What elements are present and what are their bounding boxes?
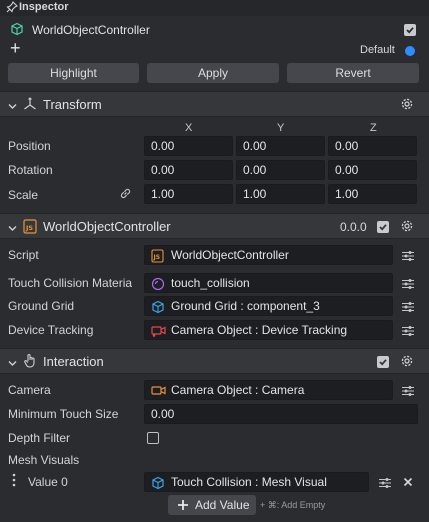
rotation-x-field[interactable]: 0.00	[144, 160, 233, 180]
mesh-visuals-label: Mesh Visuals	[8, 453, 80, 467]
object-name[interactable]: WorldObjectController	[32, 23, 150, 37]
component-version: 0.0.0	[340, 220, 367, 234]
hand-pointer-icon	[23, 353, 37, 369]
camera-field[interactable]: Camera Object : Camera	[144, 380, 393, 400]
ground-grid-value: Ground Grid : component_3	[171, 299, 320, 313]
link-icon[interactable]	[119, 187, 132, 200]
inspector-header: Inspector	[0, 0, 429, 16]
options-icon[interactable]	[402, 278, 414, 289]
options-icon[interactable]	[402, 301, 414, 312]
layer-color-dot[interactable]	[405, 46, 415, 56]
transform-icon	[23, 97, 37, 111]
apply-button[interactable]: Apply	[147, 63, 279, 83]
add-value-label: Add Value	[195, 498, 250, 512]
component-enabled-checkbox[interactable]	[377, 221, 389, 233]
position-z-field[interactable]: 0.00	[328, 136, 417, 156]
camera-value: Camera Object : Camera	[171, 383, 305, 397]
highlight-button[interactable]: Highlight	[8, 63, 139, 83]
value-0-value: Touch Collision : Mesh Visual	[171, 475, 327, 489]
drag-handle-icon[interactable]	[12, 473, 16, 487]
value-0-label: Value 0	[28, 475, 68, 489]
gear-icon[interactable]	[400, 97, 414, 111]
mesh-cube-icon	[151, 300, 165, 314]
options-icon[interactable]	[402, 250, 414, 261]
camera-label: Camera	[8, 383, 51, 397]
minimum-touch-size-field[interactable]: 0.00	[144, 404, 418, 424]
js-file-icon: JS	[23, 219, 37, 234]
camera-icon	[151, 384, 166, 397]
axis-x-label: X	[185, 122, 193, 134]
depth-filter-checkbox[interactable]	[147, 432, 159, 444]
scale-x-field[interactable]: 1.00	[144, 184, 233, 204]
scale-y-field[interactable]: 1.00	[236, 184, 325, 204]
pin-icon[interactable]	[6, 1, 18, 13]
device-tracking-field[interactable]: Camera Object : Device Tracking	[144, 320, 393, 340]
add-empty-hint: + ⌘: Add Empty	[260, 500, 326, 510]
rotation-label: Rotation	[8, 163, 53, 177]
material-icon	[151, 277, 165, 291]
gear-icon[interactable]	[400, 219, 414, 233]
rotation-y-field[interactable]: 0.00	[236, 160, 325, 180]
minimum-touch-size-label: Minimum Touch Size	[8, 407, 119, 421]
position-x-field[interactable]: 0.00	[144, 136, 233, 156]
position-y-field[interactable]: 0.00	[236, 136, 325, 156]
layer-label[interactable]: Default	[360, 44, 395, 56]
svg-text:JS: JS	[153, 254, 161, 261]
chevron-down-icon[interactable]	[8, 222, 17, 231]
options-icon[interactable]	[402, 385, 414, 396]
script-component-header[interactable]: JS WorldObjectController 0.0.0	[0, 213, 429, 239]
camera-tracking-icon	[151, 324, 166, 337]
scale-label: Scale	[8, 188, 39, 202]
options-icon[interactable]	[402, 325, 414, 336]
script-value: WorldObjectController	[171, 248, 289, 262]
add-value-button[interactable]: Add Value	[168, 495, 256, 515]
mesh-cube-icon	[151, 476, 165, 490]
close-icon[interactable]	[403, 476, 413, 487]
rotation-z-field[interactable]: 0.00	[328, 160, 417, 180]
scale-z-field[interactable]: 1.00	[328, 184, 417, 204]
touch-collision-material-value: touch_collision	[171, 276, 250, 290]
depth-filter-label: Depth Filter	[8, 431, 71, 445]
touch-collision-material-field[interactable]: touch_collision	[144, 273, 393, 293]
revert-button[interactable]: Revert	[287, 63, 419, 83]
scene-object-icon	[10, 22, 24, 36]
svg-text:JS: JS	[25, 224, 33, 232]
script-component-title: WorldObjectController	[43, 219, 171, 234]
object-enabled-checkbox[interactable]	[404, 24, 416, 36]
interaction-enabled-checkbox[interactable]	[377, 356, 389, 368]
ground-grid-field[interactable]: Ground Grid : component_3	[144, 296, 393, 316]
add-component-button[interactable]: +	[10, 39, 21, 57]
gear-icon[interactable]	[400, 354, 414, 368]
script-field[interactable]: JS WorldObjectController	[144, 245, 393, 265]
device-tracking-value: Camera Object : Device Tracking	[171, 323, 348, 337]
touch-collision-material-label: Touch Collision Materia	[8, 276, 133, 290]
position-label: Position	[8, 139, 51, 153]
axis-z-label: Z	[370, 122, 377, 134]
chevron-down-icon[interactable]	[8, 357, 17, 366]
ground-grid-label: Ground Grid	[8, 299, 75, 313]
transform-title: Transform	[43, 97, 102, 112]
chevron-down-icon[interactable]	[8, 100, 17, 109]
interaction-title: Interaction	[43, 354, 104, 369]
script-label: Script	[8, 248, 39, 262]
value-0-field[interactable]: Touch Collision : Mesh Visual	[144, 472, 369, 492]
js-file-icon: JS	[151, 249, 165, 263]
transform-section-header[interactable]: Transform	[0, 91, 429, 117]
axis-y-label: Y	[277, 122, 285, 134]
interaction-component-header[interactable]: Interaction	[0, 348, 429, 374]
panel-title: Inspector	[19, 1, 69, 13]
plus-icon	[177, 499, 189, 511]
options-icon[interactable]	[379, 477, 391, 488]
device-tracking-label: Device Tracking	[8, 323, 94, 337]
